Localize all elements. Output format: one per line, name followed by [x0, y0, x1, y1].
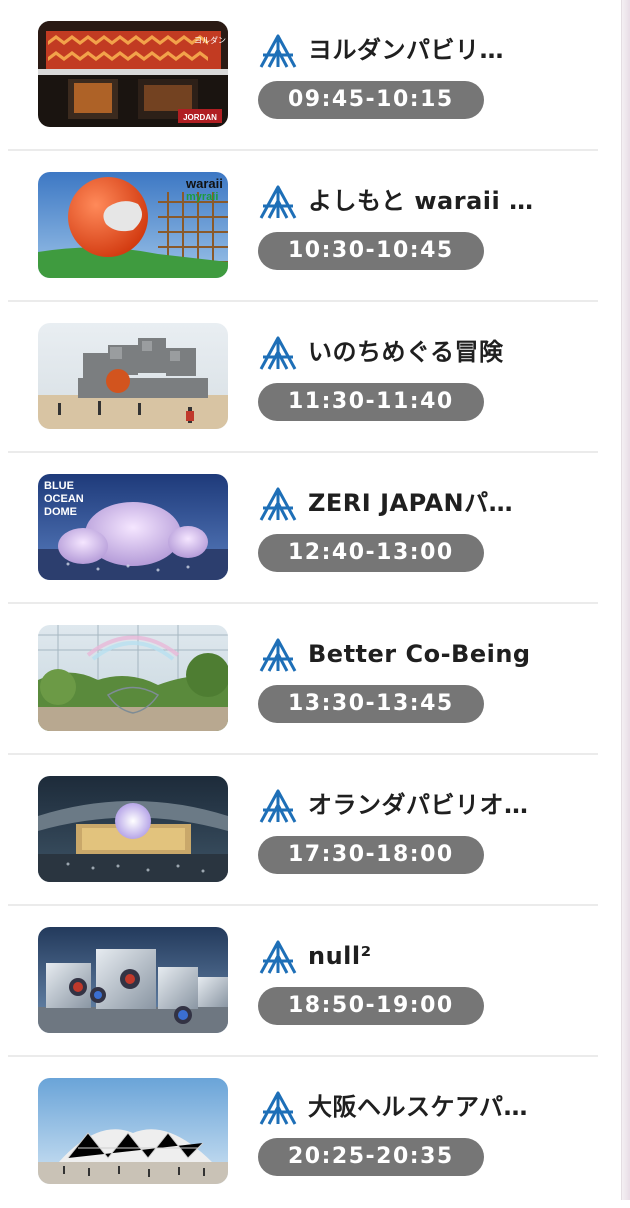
time-slot-badge: 11:30-11:40 [258, 383, 484, 421]
pavilion-title: よしもと waraii … [308, 187, 534, 215]
thumbnail-sign-2: OCEAN [44, 493, 84, 505]
pavilion-thumbnail [38, 776, 228, 882]
list-item[interactable]: JORDAN ヨルダン ヨルダンパビリ… 09:45-10:15 [0, 0, 622, 151]
expo-logo-icon [259, 34, 297, 68]
thumbnail-sign: waraii [185, 176, 223, 191]
thumbnail-sign-jp: ヨルダン [194, 35, 226, 45]
expo-logo-icon [259, 1091, 297, 1125]
time-slot-badge: 18:50-19:00 [258, 987, 484, 1025]
thumbnail-sign: JORDAN [183, 113, 217, 122]
thumbnail-sign-3: DOME [44, 506, 77, 518]
pavilion-title: 大阪ヘルスケアパ… [308, 1093, 529, 1121]
time-slot-badge: 10:30-10:45 [258, 232, 484, 270]
thumbnail-sign-2: myraii [186, 191, 218, 203]
expo-logo-icon [259, 940, 297, 974]
pavilion-thumbnail [38, 323, 228, 429]
list-item[interactable]: 大阪ヘルスケアパ… 20:25-20:35 [0, 1057, 622, 1208]
pavilion-thumbnail [38, 625, 228, 731]
scroll-edge [621, 0, 630, 1200]
pavilion-title: ZERI JAPANパ… [308, 489, 514, 517]
time-slot-badge: 09:45-10:15 [258, 81, 484, 119]
pavilion-title: null² [308, 942, 372, 970]
list-item[interactable]: オランダパビリオ… 17:30-18:00 [0, 755, 622, 906]
time-slot-badge: 20:25-20:35 [258, 1138, 484, 1176]
list-item[interactable]: いのちめぐる冒険 11:30-11:40 [0, 302, 622, 453]
list-item[interactable]: Better Co-Being 13:30-13:45 [0, 604, 622, 755]
expo-logo-icon [259, 487, 297, 521]
pavilion-title: ヨルダンパビリ… [308, 36, 504, 64]
pavilion-title: Better Co-Being [308, 640, 531, 668]
expo-logo-icon [259, 336, 297, 370]
list-item[interactable]: null² 18:50-19:00 [0, 906, 622, 1057]
expo-logo-icon [259, 638, 297, 672]
list-item[interactable]: BLUE OCEAN DOME ZERI JAPANパ… 12:40-13:00 [0, 453, 622, 604]
pavilion-thumbnail: waraii myraii [38, 172, 228, 278]
pavilion-thumbnail: BLUE OCEAN DOME [38, 474, 228, 580]
pavilion-title: いのちめぐる冒険 [308, 338, 504, 366]
pavilion-thumbnail [38, 1078, 228, 1184]
pavilion-title: オランダパビリオ… [308, 791, 529, 819]
list-item[interactable]: waraii myraii よしもと waraii … 10:30-10:45 [0, 151, 622, 302]
time-slot-badge: 17:30-18:00 [258, 836, 484, 874]
time-slot-badge: 12:40-13:00 [258, 534, 484, 572]
expo-logo-icon [259, 789, 297, 823]
pavilion-thumbnail: JORDAN ヨルダン [38, 21, 228, 127]
time-slot-badge: 13:30-13:45 [258, 685, 484, 723]
pavilion-thumbnail [38, 927, 228, 1033]
expo-logo-icon [259, 185, 297, 219]
thumbnail-sign: BLUE [44, 480, 74, 492]
reservation-list: JORDAN ヨルダン ヨルダンパビリ… 09:45-10:15 waraii … [0, 0, 622, 1208]
